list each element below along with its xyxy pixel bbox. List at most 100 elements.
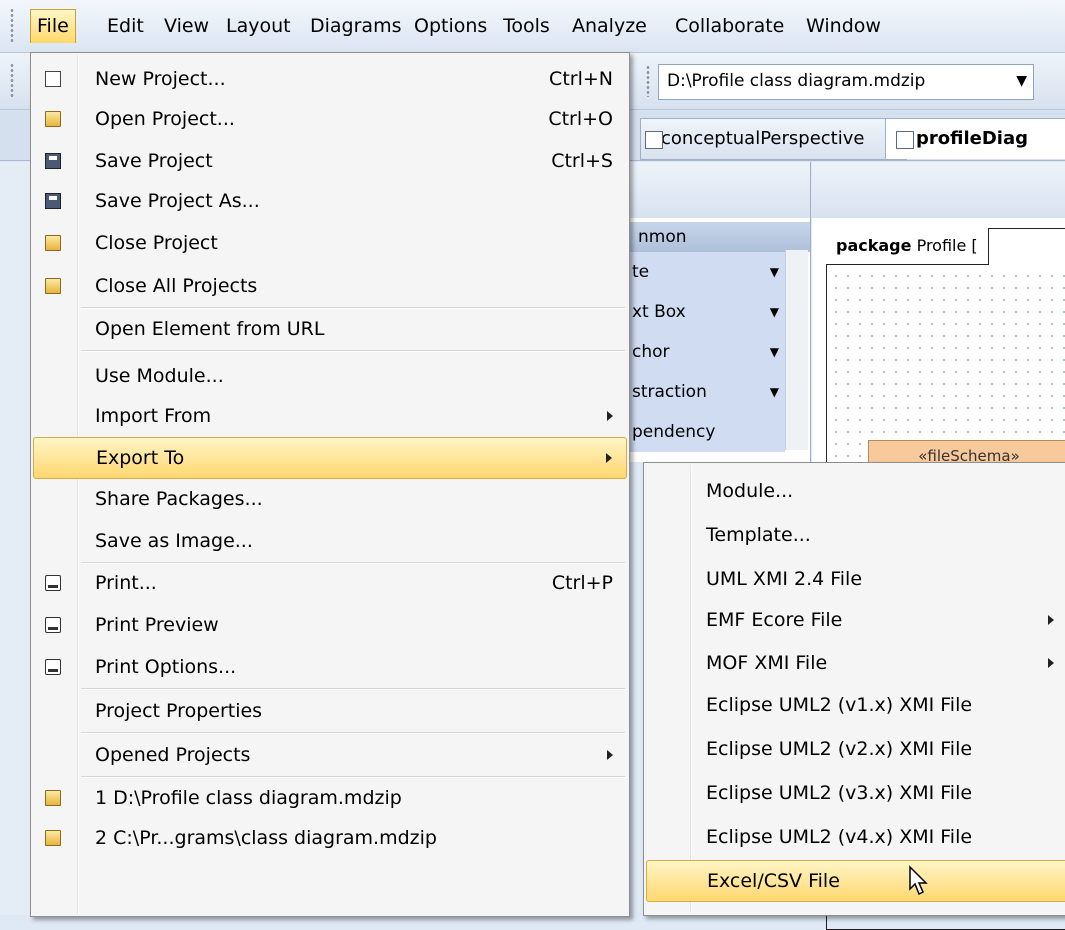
- file-menu-item-use-module[interactable]: Use Module...: [33, 356, 627, 396]
- file-menu-item-import-from[interactable]: Import From: [33, 396, 627, 436]
- menu-item-label: EMF Ecore File: [706, 609, 843, 631]
- tab-conceptual-perspective[interactable]: conceptualPerspective: [640, 118, 907, 160]
- palette-item[interactable]: chor ▼: [620, 332, 785, 372]
- menu-item-label: Module...: [706, 480, 794, 502]
- save-icon: [45, 153, 61, 169]
- submenu-arrow-icon: [1048, 615, 1054, 625]
- file-menu-item-save-project[interactable]: Save Project Ctrl+S: [33, 141, 627, 181]
- export-menu-item-excel-csv-file[interactable]: Excel/CSV File: [646, 860, 1065, 902]
- diagram-icon: [645, 131, 663, 149]
- chevron-down-icon[interactable]: ▼: [1016, 73, 1027, 89]
- menu-item-label: Export To: [96, 447, 185, 469]
- palette-item[interactable]: pendency: [620, 412, 785, 452]
- menu-item-label: Save as Image...: [95, 530, 253, 552]
- file-menu-item-print-preview[interactable]: Print Preview: [33, 605, 627, 645]
- menu-separator: [81, 732, 625, 734]
- menubar-grip[interactable]: [10, 8, 14, 44]
- export-menu-item-module[interactable]: Module...: [646, 471, 1065, 511]
- export-menu-item-emf-ecore-file[interactable]: EMF Ecore File: [646, 600, 1065, 640]
- save-as-icon: [45, 193, 61, 209]
- menu-separator: [81, 350, 625, 352]
- menu-file[interactable]: File: [30, 9, 76, 43]
- menu-item-label: UML XMI 2.4 File: [706, 568, 863, 590]
- menu-separator: [81, 688, 625, 690]
- file-menu-item-save-as-image[interactable]: Save as Image...: [33, 521, 627, 561]
- menu-item-label: Save Project: [95, 150, 213, 172]
- menu-item-label: Opened Projects: [95, 744, 251, 766]
- export-to-submenu: Module... Template... UML XMI 2.4 File EMF …: [643, 462, 1065, 916]
- palette-item[interactable]: straction ▼: [620, 372, 785, 412]
- file-menu-item-open-element-from-url[interactable]: Open Element from URL: [33, 309, 627, 349]
- menu-layout[interactable]: Layout: [220, 12, 297, 40]
- file-menu-item-print-options[interactable]: Print Options...: [33, 647, 627, 687]
- file-menu-item-new-project[interactable]: New Project... Ctrl+N: [33, 59, 627, 99]
- file-menu-item-1-d-profile-class-diagram-mdzip[interactable]: 1 D:\Profile class diagram.mdzip: [33, 778, 627, 818]
- menu-item-label: Excel/CSV File: [707, 870, 840, 892]
- menu-item-label: Print Preview: [95, 614, 219, 636]
- close-all-folders-icon: [45, 278, 61, 294]
- export-menu-item-eclipse-uml2-v2-x-xmi-file[interactable]: Eclipse UML2 (v2.x) XMI File: [646, 729, 1065, 769]
- palette-scrollbar[interactable]: [785, 250, 808, 450]
- chevron-down-icon[interactable]: ▼: [770, 252, 779, 292]
- menu-window[interactable]: Window: [800, 12, 887, 40]
- chevron-down-icon[interactable]: ▼: [770, 372, 779, 412]
- file-menu-item-save-project-as[interactable]: Save Project As...: [33, 181, 627, 221]
- menu-item-label: Save Project As...: [95, 190, 260, 212]
- file-menu-item-print[interactable]: Print... Ctrl+P: [33, 563, 627, 603]
- palette-item-label: xt Box: [632, 302, 686, 322]
- new-document-icon: [45, 71, 61, 87]
- toolbar-grip[interactable]: [10, 63, 14, 97]
- file-menu-item-project-properties[interactable]: Project Properties: [33, 691, 627, 731]
- menu-edit[interactable]: Edit: [101, 12, 150, 40]
- export-menu-item-mof-xmi-file[interactable]: MOF XMI File: [646, 643, 1065, 683]
- export-menu-item-template[interactable]: Template...: [646, 515, 1065, 555]
- file-menu-item-2-c-pr-grams-class-diagram-mdzip[interactable]: 2 C:\Pr...grams\class diagram.mdzip: [33, 818, 627, 858]
- menu-item-label: Template...: [706, 524, 811, 546]
- menu-tools[interactable]: Tools: [497, 12, 556, 40]
- file-menu-item-share-packages[interactable]: Share Packages...: [33, 479, 627, 519]
- file-menu-item-export-to[interactable]: Export To: [33, 437, 627, 479]
- palette-item-label: straction: [632, 382, 707, 402]
- menu-item-shortcut: Ctrl+P: [551, 572, 613, 594]
- menu-collaborate[interactable]: Collaborate: [669, 12, 790, 40]
- menu-item-shortcut: Ctrl+N: [549, 68, 613, 90]
- menu-bar: File Edit View Layout Diagrams Options T…: [0, 0, 1065, 53]
- menu-item-label: Eclipse UML2 (v1.x) XMI File: [706, 694, 973, 716]
- menu-item-label: Eclipse UML2 (v4.x) XMI File: [706, 826, 973, 848]
- palette-item[interactable]: te ▼: [620, 252, 785, 292]
- close-folder-icon: [45, 235, 61, 251]
- file-menu-item-close-project[interactable]: Close Project: [33, 223, 627, 263]
- package-label: package Profile [: [826, 228, 989, 265]
- palette-item[interactable]: xt Box ▼: [620, 292, 785, 332]
- menu-item-shortcut: Ctrl+S: [551, 150, 613, 172]
- toolbar-grip-2[interactable]: [646, 65, 650, 97]
- chevron-down-icon[interactable]: ▼: [770, 292, 779, 332]
- export-menu-item-eclipse-uml2-v1-x-xmi-file[interactable]: Eclipse UML2 (v1.x) XMI File: [646, 685, 1065, 725]
- project-selector[interactable]: D:\Profile class diagram.mdzip ▼: [658, 64, 1034, 100]
- menu-view[interactable]: View: [158, 12, 215, 40]
- chevron-down-icon[interactable]: ▼: [770, 332, 779, 372]
- print-icon: [45, 575, 61, 591]
- menu-analyze[interactable]: Analyze: [566, 12, 653, 40]
- export-menu-item-uml-xmi-2-4-file[interactable]: UML XMI 2.4 File: [646, 559, 1065, 599]
- menu-item-label: Open Project...: [95, 108, 235, 130]
- menu-item-label: Eclipse UML2 (v3.x) XMI File: [706, 782, 973, 804]
- menu-diagrams[interactable]: Diagrams: [304, 12, 407, 40]
- file-menu-item-opened-projects[interactable]: Opened Projects: [33, 735, 627, 775]
- mouse-cursor-icon: [909, 865, 928, 896]
- diagram-icon: [896, 131, 914, 149]
- file-menu-item-open-project[interactable]: Open Project... Ctrl+O: [33, 99, 627, 139]
- export-menu-item-eclipse-uml2-v3-x-xmi-file[interactable]: Eclipse UML2 (v3.x) XMI File: [646, 773, 1065, 813]
- package-keyword: package: [836, 236, 912, 255]
- menu-item-label: Use Module...: [95, 365, 224, 387]
- tab-profile-diagram[interactable]: profileDiag: [885, 118, 1065, 159]
- palette-group-header[interactable]: nmon: [620, 222, 810, 252]
- menu-item-label: Print...: [95, 572, 157, 594]
- menu-item-label: 1 D:\Profile class diagram.mdzip: [95, 787, 402, 809]
- export-menu-item-eclipse-uml2-v4-x-xmi-file[interactable]: Eclipse UML2 (v4.x) XMI File: [646, 817, 1065, 857]
- file-menu-item-close-all-projects[interactable]: Close All Projects: [33, 266, 627, 306]
- menu-item-label: Share Packages...: [95, 488, 263, 510]
- diagram-toolbar: [812, 162, 1065, 218]
- menu-options[interactable]: Options: [408, 12, 493, 40]
- tab-label: profileDiag: [916, 128, 1028, 149]
